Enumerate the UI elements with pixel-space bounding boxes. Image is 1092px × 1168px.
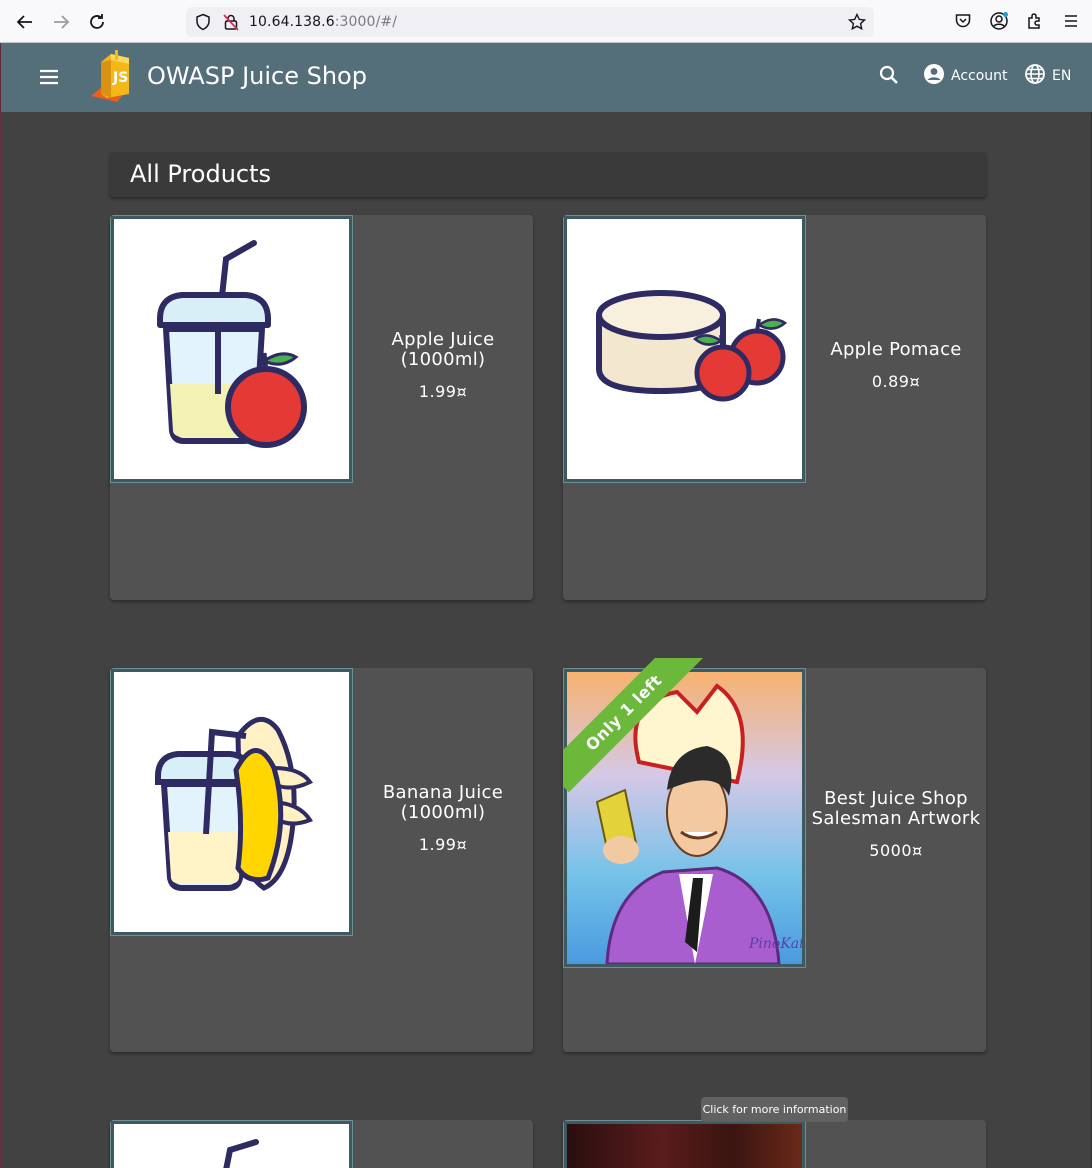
juice-image[interactable] <box>110 1120 353 1168</box>
product-info: Apple Juice (1000ml) 1.99¤ <box>353 329 533 402</box>
account-label: Account <box>951 68 1008 84</box>
product-price: 5000¤ <box>869 841 923 860</box>
product-card-apple-pomace[interactable]: Apple Pomace 0.89¤ <box>563 215 986 600</box>
extensions-icon[interactable] <box>1025 11 1045 31</box>
product-card-apple-juice[interactable]: Apple Juice (1000ml) 1.99¤ <box>110 215 533 600</box>
product-image[interactable] <box>563 1120 806 1168</box>
insecure-lock-icon[interactable] <box>222 13 240 35</box>
page-title: All Products <box>130 160 272 188</box>
language-label: EN <box>1052 68 1072 84</box>
product-name: Apple Pomace <box>830 339 962 360</box>
url-text[interactable]: 10.64.138.6:3000/#/ <box>249 14 397 30</box>
language-button[interactable]: EN <box>1024 63 1071 89</box>
svg-text:JS: JS <box>112 70 128 86</box>
product-price: 1.99¤ <box>418 835 468 854</box>
bookmark-star-icon[interactable] <box>847 12 867 35</box>
product-card-salesman-artwork[interactable]: PinoKat Only 1 left Best Juice Shop Sale… <box>563 658 986 1052</box>
shield-icon[interactable] <box>194 13 212 35</box>
search-icon[interactable] <box>877 63 901 87</box>
pocket-icon[interactable] <box>953 11 973 31</box>
browser-toolbar: 10.64.138.6:3000/#/ <box>0 0 1092 43</box>
app-title[interactable]: OWASP Juice Shop <box>147 62 367 90</box>
globe-icon <box>1024 63 1046 89</box>
product-info: Apple Pomace 0.89¤ <box>806 339 986 392</box>
juice-shop-logo-icon[interactable]: JS <box>89 48 141 106</box>
profile-icon[interactable] <box>989 11 1009 31</box>
svg-text:PinoKat: PinoKat <box>748 936 802 952</box>
product-card-banana-juice[interactable]: Banana Juice (1000ml) 1.99¤ <box>110 668 533 1052</box>
url-bar[interactable]: 10.64.138.6:3000/#/ <box>186 7 874 37</box>
apple-pomace-image[interactable] <box>563 215 806 483</box>
product-info: Banana Juice (1000ml) 1.99¤ <box>353 782 533 855</box>
product-name: Best Juice Shop Salesman Artwork <box>811 788 981 829</box>
product-name: Apple Juice (1000ml) <box>391 329 495 370</box>
apple-juice-image[interactable] <box>110 215 353 483</box>
product-price: 1.99¤ <box>418 382 468 401</box>
product-price: 0.89¤ <box>871 372 921 391</box>
ribbon-container: Only 1 left <box>563 658 703 798</box>
forward-icon[interactable] <box>50 11 72 33</box>
page-heading: All Products <box>110 152 986 197</box>
back-icon[interactable] <box>14 11 36 33</box>
account-button[interactable]: Account <box>923 63 1008 89</box>
product-info: Best Juice Shop Salesman Artwork 5000¤ <box>806 788 986 861</box>
stock-badge: Only 1 left <box>563 658 703 793</box>
app-toolbar: JS OWASP Juice Shop Account EN <box>1 43 1092 112</box>
hamburger-menu-icon[interactable] <box>1061 11 1081 31</box>
banana-juice-image[interactable] <box>110 668 353 936</box>
reload-icon[interactable] <box>86 11 108 33</box>
product-card-partial[interactable] <box>563 1120 986 1168</box>
product-name: Banana Juice (1000ml) <box>382 782 504 823</box>
sidenav-menu-icon[interactable] <box>37 65 61 89</box>
tooltip: Click for more information <box>701 1097 848 1122</box>
account-circle-icon <box>923 63 945 89</box>
product-card-partial[interactable] <box>110 1120 533 1168</box>
